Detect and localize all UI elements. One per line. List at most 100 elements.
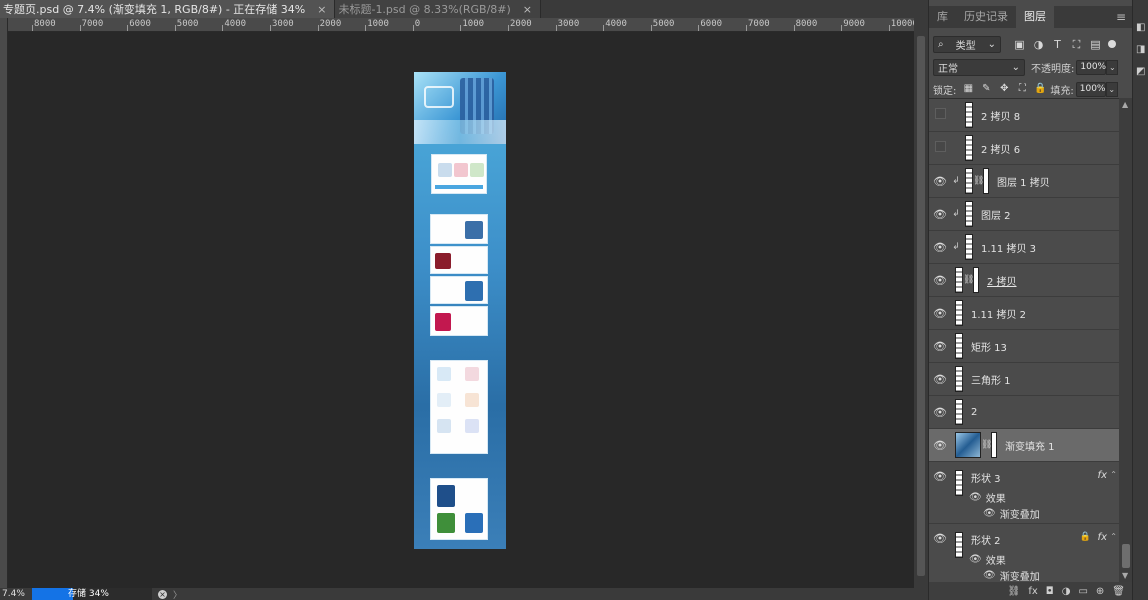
artwork-preview[interactable] (414, 72, 506, 549)
cancel-save-icon[interactable]: × (158, 589, 167, 599)
eye-icon[interactable]: 👁 (929, 340, 951, 353)
scrollbar-thumb[interactable] (917, 36, 925, 576)
eye-icon[interactable]: 👁 (929, 175, 951, 188)
opacity-dropdown-icon[interactable]: ⌄ (1106, 59, 1119, 75)
layer-row[interactable]: 2 拷贝 6 (929, 132, 1119, 165)
layer-name[interactable]: 矩形 13 (971, 339, 1007, 354)
effects-row[interactable]: 👁 效果 (969, 552, 1006, 567)
effect-row-gradient-overlay[interactable]: 👁 渐变叠加 (983, 568, 1040, 582)
text-filter-icon[interactable]: T (1051, 38, 1064, 51)
effect-row-gradient-overlay[interactable]: 👁 渐变叠加 (983, 506, 1040, 521)
layers-list[interactable]: 2 拷贝 8 2 拷贝 6 👁 ↲ ⛓ 图层 1 拷贝 👁 ↲ 图层 2 👁 ↲… (929, 98, 1119, 582)
eye-icon[interactable]: 👁 (983, 508, 996, 519)
eye-icon[interactable]: 👁 (969, 492, 982, 503)
layer-row[interactable]: 👁 形状 2 🔒 fx ⌃ 👁 效果 👁 渐变叠加 (929, 524, 1119, 582)
eye-icon[interactable]: 👁 (929, 470, 951, 483)
delete-layer-icon[interactable]: 🗑 (1112, 586, 1125, 597)
layer-filter-select[interactable]: ⌕ 类型 ⌄ (933, 35, 1001, 53)
eye-icon[interactable]: 👁 (929, 439, 951, 452)
layer-name[interactable]: 2 拷贝 (987, 273, 1017, 288)
eye-icon[interactable]: 👁 (983, 570, 996, 581)
adjustments-panel-icon[interactable]: ◨ (1136, 44, 1145, 55)
eye-icon[interactable]: 👁 (929, 274, 951, 287)
scrollbar-thumb[interactable] (1122, 544, 1130, 568)
add-mask-icon[interactable]: ◘ (1046, 586, 1054, 597)
close-icon[interactable]: × (317, 3, 326, 16)
layer-name[interactable]: 图层 1 拷贝 (997, 174, 1050, 189)
tab-library[interactable]: 库 (929, 6, 956, 28)
lock-transparent-pixels-icon[interactable]: ▦ (962, 83, 974, 95)
lock-all-icon[interactable]: 🔒 (1034, 83, 1046, 95)
collapse-effects-icon[interactable]: ⌃ (1110, 532, 1117, 541)
doc-tab-zhuantiye[interactable]: 专题页.psd @ 7.4% (渐变填充 1, RGB/8#) - 正在存储 3… (0, 0, 336, 18)
channels-panel-icon[interactable]: ◩ (1136, 66, 1145, 77)
eye-icon[interactable]: 👁 (929, 241, 951, 254)
layer-row[interactable]: 👁 ⛓ 2 拷贝 (929, 264, 1119, 297)
eye-icon[interactable]: 👁 (929, 373, 951, 386)
lock-image-pixels-icon[interactable]: ✎ (980, 83, 992, 95)
new-group-icon[interactable]: ▭ (1078, 586, 1087, 597)
filter-toggle[interactable] (1108, 40, 1116, 48)
eye-icon[interactable]: 👁 (929, 208, 951, 221)
eye-icon[interactable]: 👁 (929, 532, 951, 545)
layer-row[interactable]: 👁 ↲ 1.11 拷贝 3 (929, 231, 1119, 264)
link-layers-icon[interactable]: ⛓ (1008, 586, 1021, 597)
fill-dropdown-icon[interactable]: ⌄ (1105, 81, 1118, 97)
layers-scrollbar[interactable]: ▲ ▼ (1119, 98, 1133, 582)
adjustment-filter-icon[interactable]: ◑ (1032, 38, 1045, 51)
layer-name[interactable]: 渐变填充 1 (1005, 438, 1055, 453)
ruler-corner[interactable] (0, 18, 8, 32)
doc-tab-untitled[interactable]: 未标题-1.psd @ 8.33%(RGB/8#) × (335, 0, 542, 18)
layer-name[interactable]: 形状 2 (971, 532, 1001, 547)
tab-history[interactable]: 历史记录 (956, 6, 1016, 28)
new-adjustment-layer-icon[interactable]: ◑ (1062, 586, 1071, 597)
scroll-down-icon[interactable]: ▼ (1122, 571, 1128, 580)
layer-mask-thumbnail[interactable] (973, 267, 979, 293)
layer-row[interactable]: 👁 形状 3 fx ⌃ 👁 效果 👁 渐变叠加 (929, 462, 1119, 524)
gradient-fill-thumbnail[interactable] (955, 432, 981, 458)
close-icon[interactable]: × (523, 3, 532, 16)
effects-row[interactable]: 👁 效果 (969, 490, 1006, 505)
blend-mode-select[interactable]: 正常 ⌄ (933, 58, 1025, 76)
layer-name[interactable]: 图层 2 (981, 207, 1011, 222)
zoom-level[interactable]: 7.4% (0, 589, 32, 599)
new-layer-icon[interactable]: ⊕ (1096, 586, 1104, 597)
eye-icon[interactable]: 👁 (929, 406, 951, 419)
layer-row-selected[interactable]: 👁 ⛓ 渐变填充 1 (929, 429, 1119, 462)
layer-name[interactable]: 2 (971, 407, 977, 418)
visibility-toggle-hidden[interactable] (929, 141, 951, 155)
layer-name[interactable]: 2 拷贝 6 (981, 141, 1020, 156)
link-icon[interactable]: ⛓ (973, 176, 984, 186)
layer-row[interactable]: 👁 三角形 1 (929, 363, 1119, 396)
layer-row[interactable]: 👁 ↲ 图层 2 (929, 198, 1119, 231)
fill-field[interactable]: 100% (1075, 81, 1106, 97)
horizontal-ruler[interactable]: 8000 7000 6000 5000 4000 3000 2000 1000 0 1000 200… (8, 18, 914, 32)
lock-position-icon[interactable]: ✥ (998, 83, 1010, 95)
layer-mask-thumbnail[interactable] (991, 432, 997, 458)
visibility-toggle-hidden[interactable] (929, 108, 951, 122)
properties-panel-icon[interactable]: ◧ (1136, 22, 1145, 33)
vertical-ruler[interactable] (0, 32, 8, 588)
layer-row[interactable]: 👁 2 (929, 396, 1119, 429)
collapse-effects-icon[interactable]: ⌃ (1110, 470, 1117, 479)
link-icon[interactable]: ⛓ (981, 440, 992, 450)
status-expand-arrow-icon[interactable]: 〉 (173, 588, 182, 600)
layer-row[interactable]: 👁 ↲ ⛓ 图层 1 拷贝 (929, 165, 1119, 198)
layer-name[interactable]: 形状 3 (971, 470, 1001, 485)
panel-menu-icon[interactable]: ≡ (1116, 10, 1126, 24)
smart-object-filter-icon[interactable]: ▤ (1089, 38, 1102, 51)
fx-icon[interactable]: fx (1098, 532, 1107, 543)
eye-icon[interactable]: 👁 (969, 554, 982, 565)
tab-layers[interactable]: 图层 (1016, 6, 1054, 28)
opacity-field[interactable]: 100% (1076, 59, 1107, 75)
layer-name[interactable]: 2 拷贝 8 (981, 108, 1020, 123)
layer-name[interactable]: 三角形 1 (971, 372, 1011, 387)
layer-mask-thumbnail[interactable] (983, 168, 989, 194)
shape-filter-icon[interactable]: ⛶ (1070, 38, 1083, 51)
layer-row[interactable]: 👁 1.11 拷贝 2 (929, 297, 1119, 330)
layer-row[interactable]: 2 拷贝 8 (929, 99, 1119, 132)
layer-name[interactable]: 1.11 拷贝 3 (981, 240, 1036, 255)
layer-name[interactable]: 1.11 拷贝 2 (971, 306, 1026, 321)
canvas-vertical-scrollbar[interactable] (914, 18, 928, 588)
canvas-area[interactable] (8, 32, 914, 588)
